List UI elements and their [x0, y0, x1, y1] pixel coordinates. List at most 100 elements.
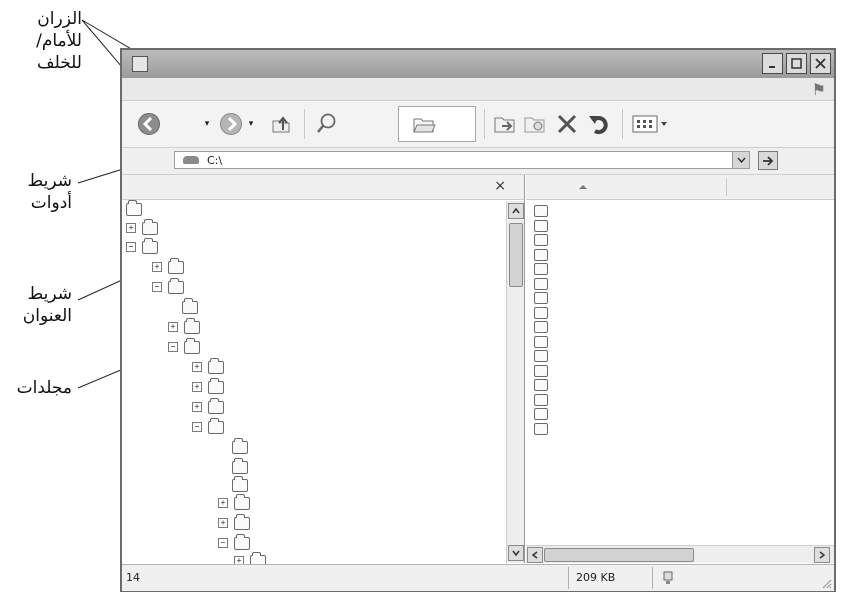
contents-pane — [526, 175, 834, 563]
expand-node-icon[interactable]: + — [218, 518, 228, 528]
collapse-node-icon[interactable]: − — [126, 242, 136, 252]
vertical-scrollbar[interactable] — [506, 201, 524, 563]
chevron-up-icon — [512, 208, 520, 214]
folder-icon[interactable] — [534, 248, 548, 261]
window-system-icon[interactable] — [132, 56, 148, 72]
tree-node[interactable]: + — [218, 513, 250, 531]
resize-grip-icon[interactable] — [820, 577, 832, 589]
expand-node-icon[interactable]: + — [192, 402, 202, 412]
tree-node[interactable] — [182, 297, 198, 315]
folder-icon[interactable] — [534, 335, 548, 348]
folder-icon[interactable] — [534, 379, 548, 391]
minimize-button[interactable] — [762, 53, 783, 74]
callout-folders: مجلدات — [17, 377, 72, 399]
folder-icon[interactable] — [534, 277, 548, 290]
text-file-icon[interactable] — [534, 408, 548, 420]
title-bar[interactable] — [122, 50, 834, 78]
folder-icon — [232, 475, 248, 492]
chevron-down-icon — [736, 157, 746, 163]
tree-node[interactable]: + — [168, 317, 200, 335]
collapse-node-icon[interactable]: − — [192, 422, 202, 432]
my-documents-icon — [142, 218, 158, 235]
folder-icon[interactable] — [534, 364, 548, 377]
scroll-thumb[interactable] — [544, 548, 694, 562]
undo-button[interactable] — [586, 109, 612, 139]
tree-node[interactable]: − — [152, 277, 184, 295]
tree-node[interactable]: − — [218, 533, 250, 551]
callout-nav-line-1: الزران — [37, 9, 82, 29]
toolbar-separator — [484, 109, 485, 139]
folder-icon[interactable] — [534, 292, 548, 304]
tree-node[interactable]: + — [192, 397, 224, 415]
expand-node-icon[interactable]: + — [192, 362, 202, 372]
folder-icon[interactable] — [534, 306, 548, 319]
search-button[interactable] — [312, 109, 342, 139]
collapse-node-icon[interactable]: − — [168, 342, 178, 352]
tree-node[interactable] — [232, 475, 248, 493]
column-divider[interactable] — [726, 178, 727, 196]
callout-nav-buttons: الزران للأمام/ للخلف — [36, 8, 82, 74]
up-folder-button[interactable] — [268, 109, 294, 139]
callout-nav-line-2: للأمام/ — [36, 31, 82, 51]
maximize-button[interactable] — [786, 53, 807, 74]
horizontal-scrollbar[interactable] — [526, 545, 834, 563]
address-dropdown-button[interactable] — [732, 152, 749, 168]
windows-logo-icon: ⚑ — [811, 80, 826, 99]
column-header[interactable] — [526, 175, 834, 200]
tree-node[interactable] — [126, 199, 142, 217]
go-button[interactable] — [758, 151, 778, 170]
chevron-left-icon — [532, 551, 538, 559]
chevron-right-icon — [819, 551, 825, 559]
tree-node[interactable]: + — [152, 257, 184, 275]
back-icon — [138, 113, 160, 135]
tree-node[interactable]: + — [192, 357, 224, 375]
tree-node[interactable] — [232, 457, 248, 475]
collapse-node-icon[interactable]: − — [218, 538, 228, 548]
views-button[interactable] — [630, 109, 670, 139]
folder-icon[interactable] — [534, 234, 548, 246]
tree-node[interactable]: + — [192, 377, 224, 395]
scroll-down-button[interactable] — [508, 545, 524, 561]
back-button[interactable] — [136, 109, 162, 139]
scroll-right-button[interactable] — [814, 547, 830, 563]
forward-history-dropdown[interactable]: ▾ — [246, 109, 256, 139]
tree-node[interactable]: + — [218, 493, 250, 511]
close-button[interactable] — [810, 53, 831, 74]
system-file-icon[interactable] — [534, 422, 548, 435]
expand-node-icon[interactable]: + — [168, 322, 178, 332]
scroll-up-button[interactable] — [508, 203, 524, 219]
address-input[interactable]: C:\ — [174, 151, 750, 169]
expand-node-icon[interactable]: + — [152, 262, 162, 272]
scroll-left-button[interactable] — [527, 547, 543, 563]
copy-to-button[interactable] — [522, 109, 548, 139]
folder-icon — [184, 337, 200, 354]
callout-folders-line: مجلدات — [16, 378, 72, 398]
copy-to-icon — [524, 117, 545, 133]
collapse-node-icon[interactable]: − — [152, 282, 162, 292]
tree-node[interactable] — [232, 437, 248, 455]
move-to-button[interactable] — [492, 109, 518, 139]
expand-node-icon[interactable]: + — [126, 223, 136, 233]
tree-node[interactable]: − — [126, 237, 158, 255]
tree-node[interactable]: − — [168, 337, 200, 355]
folder-icon[interactable] — [534, 205, 548, 217]
expand-node-icon[interactable]: + — [218, 498, 228, 508]
expand-node-icon[interactable]: + — [192, 382, 202, 392]
folder-icon[interactable] — [534, 263, 548, 275]
folders-pane-close-button[interactable]: × — [494, 178, 506, 194]
tree-node[interactable]: + — [126, 218, 158, 236]
folder-icon — [208, 377, 224, 394]
floppy-drive-icon — [168, 257, 184, 274]
forward-icon — [220, 113, 242, 135]
folder-icon[interactable] — [534, 393, 548, 406]
folder-icon[interactable] — [534, 350, 548, 362]
delete-button[interactable] — [554, 109, 580, 139]
scroll-thumb[interactable] — [509, 223, 523, 287]
tree-node[interactable]: − — [192, 417, 224, 435]
folder-icon[interactable] — [534, 219, 548, 232]
folders-button[interactable] — [398, 106, 476, 142]
forward-button[interactable] — [218, 109, 244, 139]
back-history-dropdown[interactable]: ▾ — [202, 109, 212, 139]
move-to-icon — [494, 117, 515, 133]
folder-icon[interactable] — [534, 321, 548, 333]
